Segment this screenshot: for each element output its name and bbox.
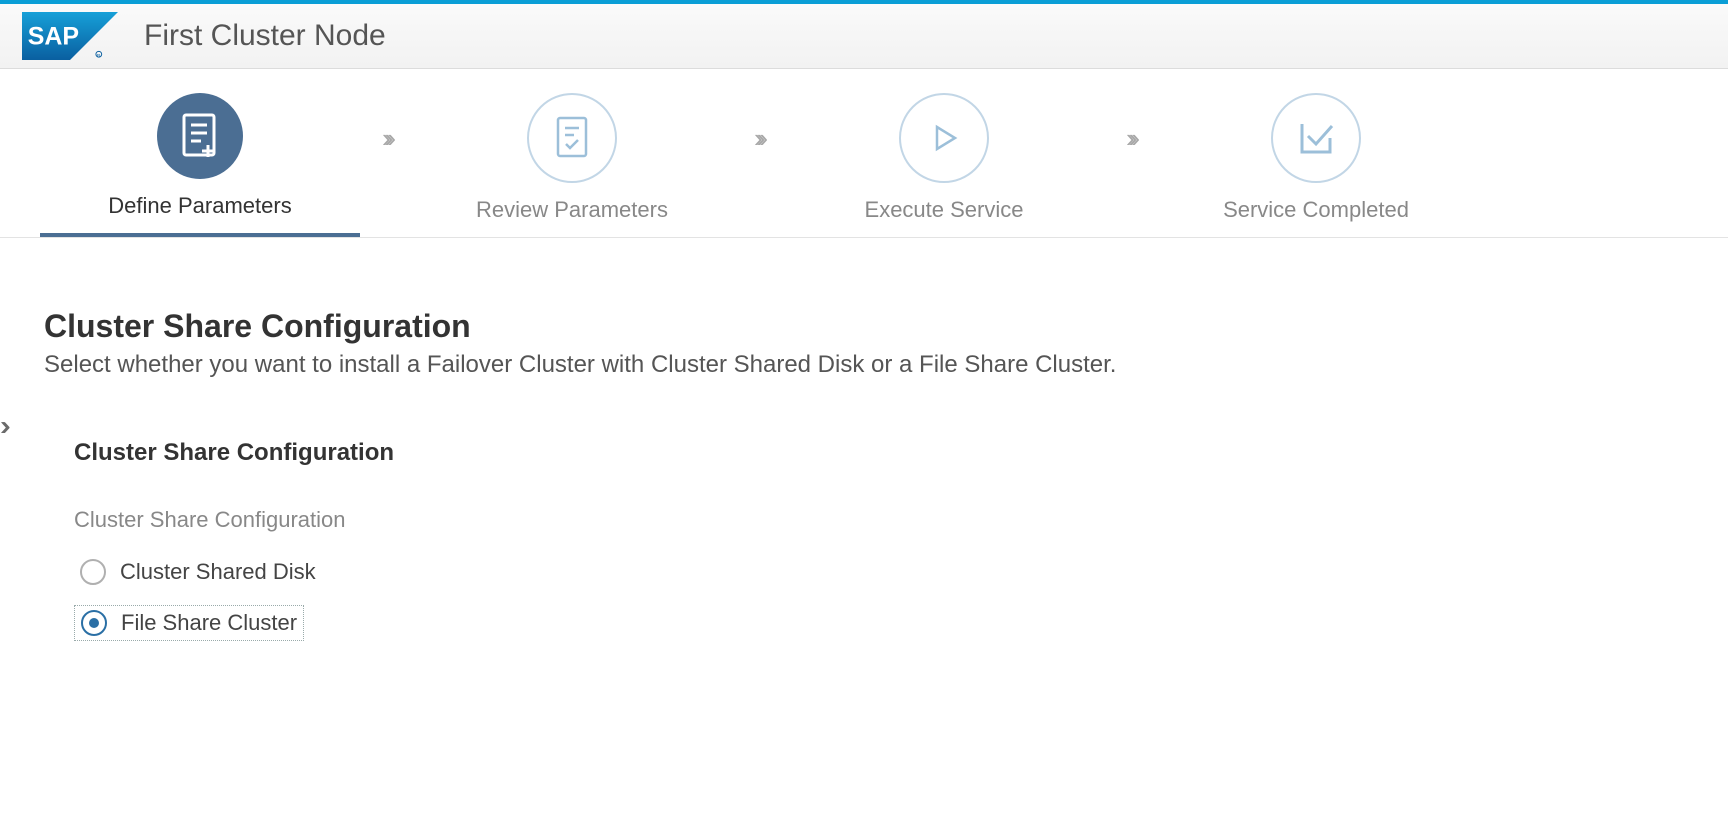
radio-cluster-shared-disk[interactable]: Cluster Shared Disk [74,555,1684,589]
checkbox-done-icon [1271,93,1361,183]
step-label: Service Completed [1156,197,1476,223]
sap-logo: SAP R [22,12,118,60]
field-label: Cluster Share Configuration [74,507,1684,533]
step-execute-service[interactable]: Execute Service [784,93,1104,237]
radio-file-share-cluster[interactable]: File Share Cluster [74,605,304,641]
step-label: Define Parameters [40,193,360,219]
step-review-parameters[interactable]: Review Parameters [412,93,732,237]
radio-label: File Share Cluster [121,610,297,636]
radio-label: Cluster Shared Disk [120,559,316,585]
section-title: Cluster Share Configuration [44,308,1684,345]
step-service-completed[interactable]: Service Completed [1156,93,1476,237]
svg-text:R: R [97,53,101,59]
wizard-stepper: Define Parameters ››› Review Parameters … [0,69,1728,238]
content-area: Cluster Share Configuration Select wheth… [0,238,1728,641]
document-plus-icon [157,93,243,179]
play-icon [899,93,989,183]
section-description: Select whether you want to install a Fai… [44,351,1684,379]
page-title: First Cluster Node [144,19,386,53]
chevron-right-icon: ››› [360,93,412,181]
expand-sidebar-handle[interactable]: ›› [0,406,7,446]
subsection-title: Cluster Share Configuration [74,439,1684,467]
sap-logo-text: SAP [28,23,79,51]
chevron-right-icon: ››› [1104,93,1156,181]
step-define-parameters[interactable]: Define Parameters [40,93,360,237]
step-label: Review Parameters [412,197,732,223]
radio-icon [80,559,106,585]
header-bar: SAP R First Cluster Node [0,4,1728,69]
chevron-right-icon: ››› [732,93,784,181]
step-label: Execute Service [784,197,1104,223]
radio-dot-icon [89,618,99,628]
radio-icon [81,610,107,636]
document-check-icon [527,93,617,183]
cluster-share-subsection: Cluster Share Configuration Cluster Shar… [44,439,1684,641]
